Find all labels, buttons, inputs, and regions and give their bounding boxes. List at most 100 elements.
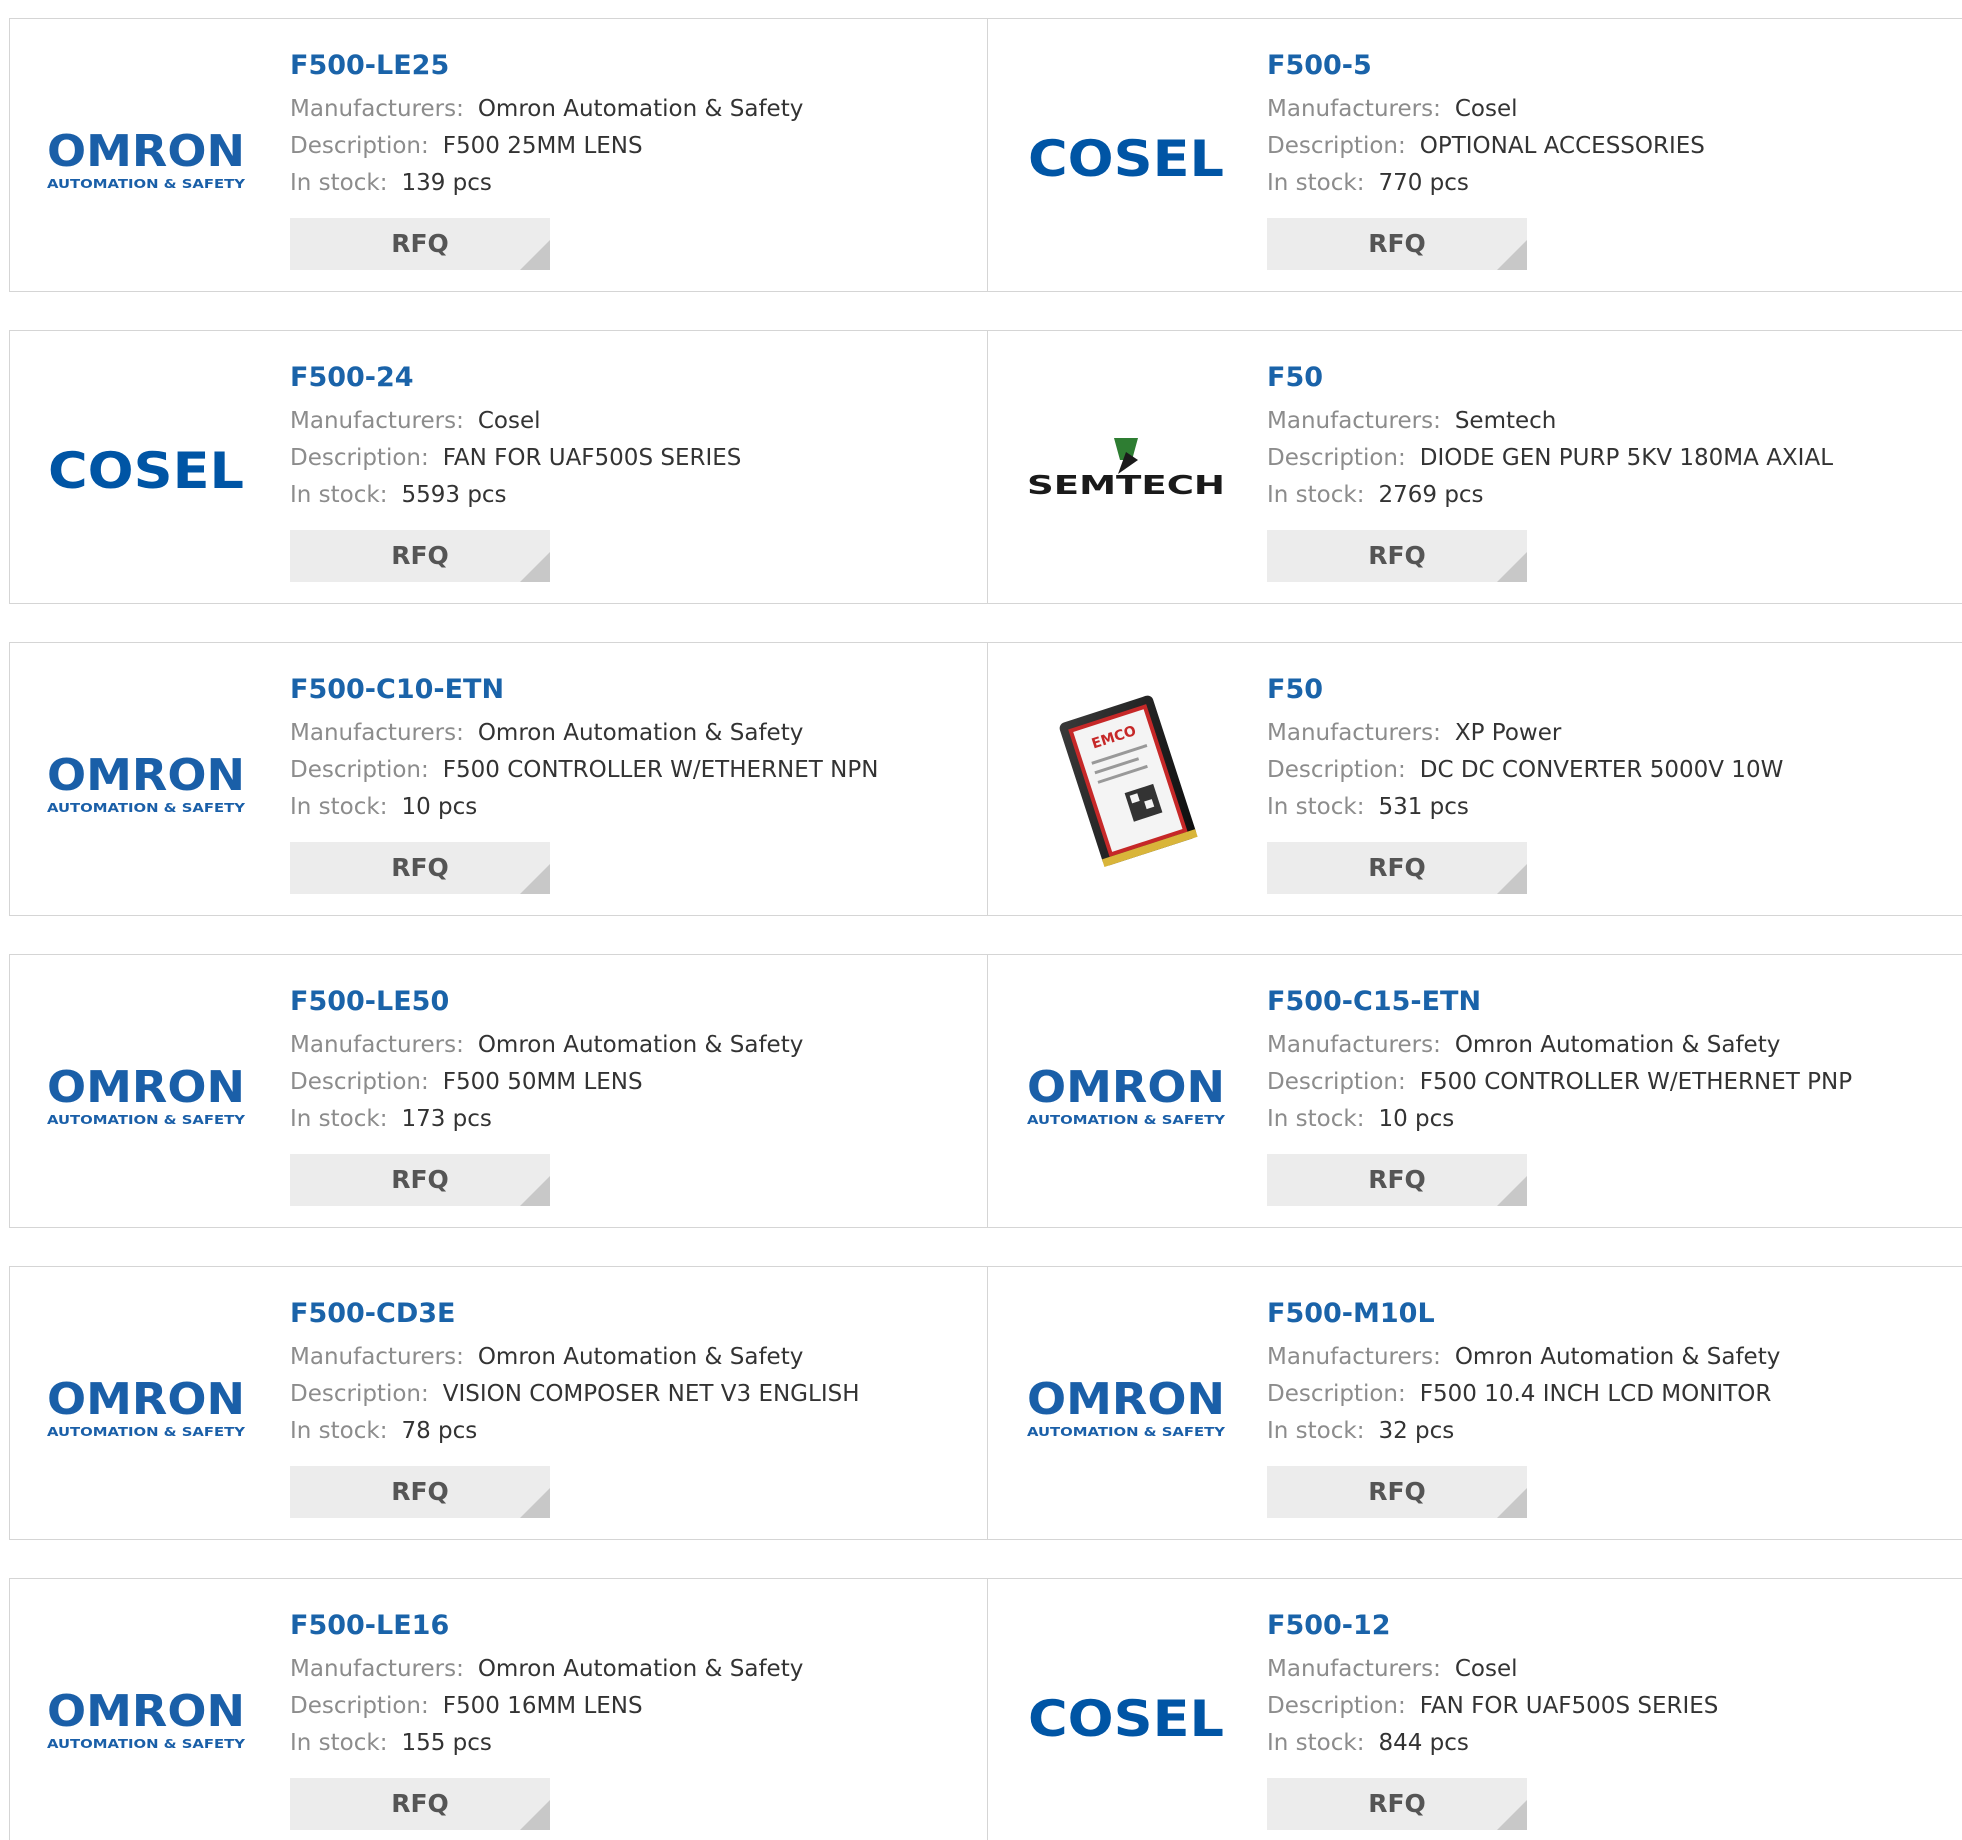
description-label: Description:	[1267, 133, 1406, 159]
product-row: OMRON AUTOMATION & SAFETY F500-CD3E Manufac…	[9, 1266, 1962, 1540]
manufacturer-label: Manufacturers:	[290, 720, 464, 746]
rfq-button[interactable]: RFQ	[1267, 1154, 1527, 1206]
omron-logo[interactable]: OMRON AUTOMATION & SAFETY	[46, 112, 246, 202]
svg-text:COSEL: COSEL	[48, 442, 244, 500]
part-number-link[interactable]: F500-24	[290, 361, 741, 403]
product-photo[interactable]: EMCO	[1026, 688, 1226, 868]
corner-fold-icon	[1497, 1176, 1527, 1206]
svg-text:AUTOMATION & SAFETY: AUTOMATION & SAFETY	[47, 177, 245, 191]
part-number-link[interactable]: F500-LE16	[290, 1609, 803, 1651]
description-label: Description:	[1267, 445, 1406, 471]
stock-value: 10 pcs	[401, 794, 478, 820]
manufacturer-line: Manufacturers: XP Power	[1267, 715, 1783, 752]
description-label: Description:	[290, 133, 429, 159]
omron-logo[interactable]: OMRON AUTOMATION & SAFETY	[46, 736, 246, 826]
stock-value: 2769 pcs	[1378, 482, 1484, 508]
description-value: F500 10.4 INCH LCD MONITOR	[1419, 1381, 1772, 1407]
corner-fold-icon	[520, 240, 550, 270]
corner-fold-icon	[1497, 552, 1527, 582]
rfq-button[interactable]: RFQ	[290, 1154, 550, 1206]
rfq-button[interactable]: RFQ	[290, 218, 550, 270]
stock-value: 173 pcs	[401, 1106, 492, 1132]
stock-value: 844 pcs	[1378, 1730, 1469, 1756]
rfq-button[interactable]: RFQ	[290, 842, 550, 894]
rfq-button[interactable]: RFQ	[1267, 218, 1527, 270]
description-label: Description:	[1267, 1381, 1406, 1407]
stock-line: In stock: 2769 pcs	[1267, 477, 1833, 514]
part-number-link[interactable]: F500-CD3E	[290, 1297, 860, 1339]
rfq-label: RFQ	[391, 229, 449, 258]
corner-fold-icon	[1497, 240, 1527, 270]
product-info: F500-C15-ETN Manufacturers: Omron Automati…	[1267, 985, 1852, 1206]
stock-line: In stock: 10 pcs	[290, 789, 878, 826]
stock-label: In stock:	[1267, 1106, 1365, 1132]
stock-line: In stock: 173 pcs	[290, 1101, 803, 1138]
svg-text:COSEL: COSEL	[1028, 1690, 1224, 1748]
svg-text:OMRON: OMRON	[47, 1374, 245, 1425]
description-label: Description:	[290, 1069, 429, 1095]
omron-logo[interactable]: OMRON AUTOMATION & SAFETY	[1026, 1048, 1226, 1138]
rfq-button[interactable]: RFQ	[290, 1466, 550, 1518]
description-value: DC DC CONVERTER 5000V 10W	[1419, 757, 1784, 783]
rfq-button[interactable]: RFQ	[1267, 1778, 1527, 1830]
omron-logo[interactable]: OMRON AUTOMATION & SAFETY	[1026, 1360, 1226, 1450]
part-number-link[interactable]: F500-C15-ETN	[1267, 985, 1852, 1027]
cosel-logo[interactable]: COSEL	[1026, 1672, 1226, 1762]
manufacturer-line: Manufacturers: Omron Automation & Safety	[290, 715, 878, 752]
stock-value: 78 pcs	[401, 1418, 478, 1444]
stock-value: 155 pcs	[401, 1730, 492, 1756]
part-number-link[interactable]: F500-LE25	[290, 49, 803, 91]
rfq-button[interactable]: RFQ	[1267, 1466, 1527, 1518]
description-value: F500 CONTROLLER W/ETHERNET NPN	[442, 757, 879, 783]
product-card: EMCO F50 Manufacturers: XP Power Description…	[988, 643, 1962, 915]
rfq-button[interactable]: RFQ	[1267, 842, 1527, 894]
stock-label: In stock:	[1267, 170, 1365, 196]
description-value: FAN FOR UAF500S SERIES	[1419, 1693, 1719, 1719]
rfq-button[interactable]: RFQ	[1267, 530, 1527, 582]
part-number-link[interactable]: F500-LE50	[290, 985, 803, 1027]
description-line: Description: FAN FOR UAF500S SERIES	[290, 440, 741, 477]
omron-logo[interactable]: OMRON AUTOMATION & SAFETY	[46, 1048, 246, 1138]
part-number-link[interactable]: F50	[1267, 361, 1833, 403]
description-line: Description: F500 CONTROLLER W/ETHERNET P…	[1267, 1064, 1852, 1101]
manufacturer-label: Manufacturers:	[1267, 96, 1441, 122]
rfq-label: RFQ	[391, 1477, 449, 1506]
semtech-logo[interactable]: SEMTECH	[1026, 424, 1226, 514]
part-number-link[interactable]: F500-12	[1267, 1609, 1718, 1651]
manufacturer-value: Cosel	[1454, 1656, 1518, 1682]
rfq-label: RFQ	[391, 853, 449, 882]
manufacturer-line: Manufacturers: Semtech	[1267, 403, 1833, 440]
stock-line: In stock: 844 pcs	[1267, 1725, 1718, 1762]
stock-value: 5593 pcs	[401, 482, 507, 508]
stock-value: 531 pcs	[1378, 794, 1469, 820]
description-line: Description: FAN FOR UAF500S SERIES	[1267, 1688, 1718, 1725]
omron-logo[interactable]: OMRON AUTOMATION & SAFETY	[46, 1360, 246, 1450]
omron-logo[interactable]: OMRON AUTOMATION & SAFETY	[46, 1672, 246, 1762]
manufacturer-value: Omron Automation & Safety	[477, 720, 804, 746]
rfq-label: RFQ	[391, 1789, 449, 1818]
description-line: Description: F500 10.4 INCH LCD MONITOR	[1267, 1376, 1780, 1413]
description-value: F500 25MM LENS	[442, 133, 643, 159]
rfq-button[interactable]: RFQ	[290, 530, 550, 582]
corner-fold-icon	[520, 864, 550, 894]
description-value: FAN FOR UAF500S SERIES	[442, 445, 742, 471]
part-number-link[interactable]: F500-5	[1267, 49, 1705, 91]
part-number-link[interactable]: F50	[1267, 673, 1783, 715]
stock-label: In stock:	[290, 1730, 388, 1756]
description-line: Description: DC DC CONVERTER 5000V 10W	[1267, 752, 1783, 789]
product-info: F500-LE50 Manufacturers: Omron Automation …	[290, 985, 803, 1206]
manufacturer-value: Omron Automation & Safety	[1454, 1032, 1781, 1058]
rfq-label: RFQ	[1368, 1165, 1426, 1194]
stock-line: In stock: 10 pcs	[1267, 1101, 1852, 1138]
stock-label: In stock:	[1267, 794, 1365, 820]
description-value: DIODE GEN PURP 5KV 180MA AXIAL	[1419, 445, 1834, 471]
manufacturer-value: Omron Automation & Safety	[477, 1656, 804, 1682]
part-number-link[interactable]: F500-C10-ETN	[290, 673, 878, 715]
product-info: F500-LE16 Manufacturers: Omron Automation …	[290, 1609, 803, 1830]
cosel-logo[interactable]: COSEL	[1026, 112, 1226, 202]
stock-label: In stock:	[290, 794, 388, 820]
cosel-logo[interactable]: COSEL	[46, 424, 246, 514]
part-number-link[interactable]: F500-M10L	[1267, 1297, 1780, 1339]
rfq-button[interactable]: RFQ	[290, 1778, 550, 1830]
rfq-label: RFQ	[391, 1165, 449, 1194]
